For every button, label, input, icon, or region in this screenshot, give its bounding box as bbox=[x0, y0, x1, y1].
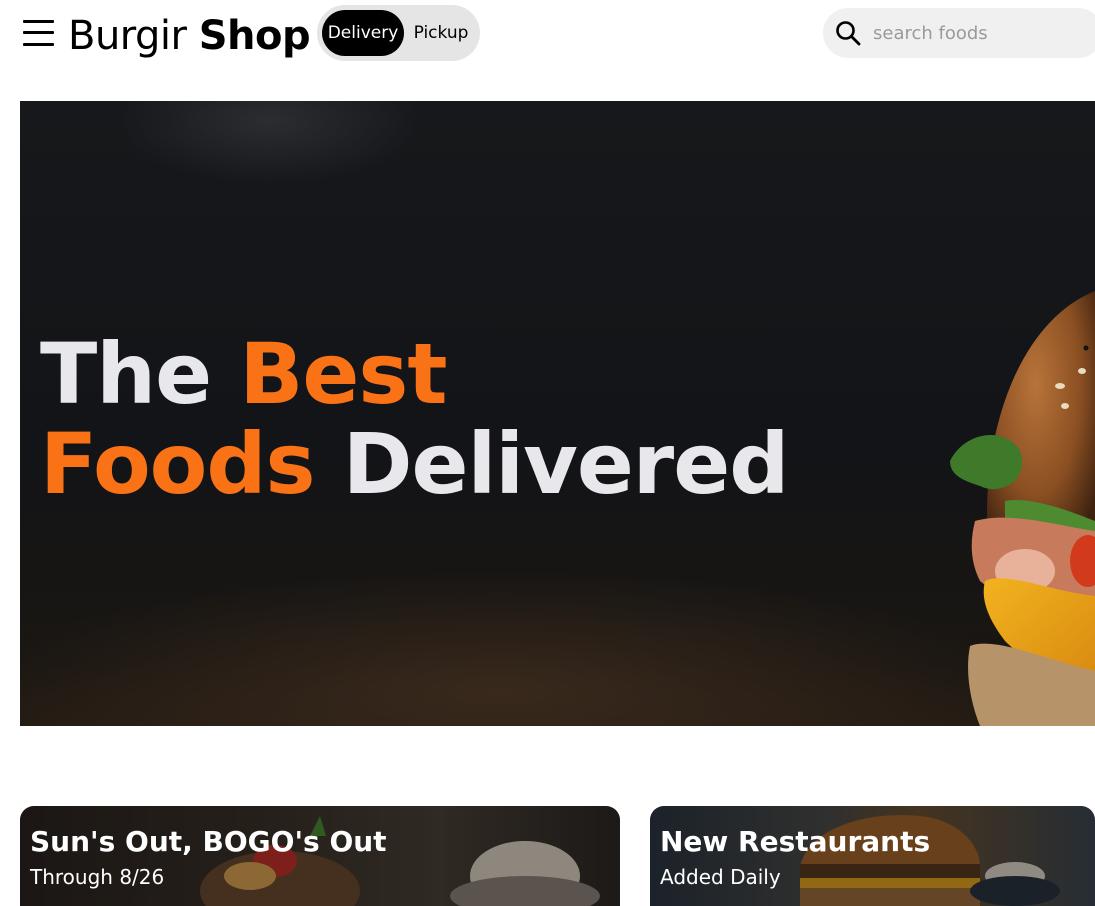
search-bar bbox=[823, 8, 1095, 58]
brand-logo[interactable]: Burgir Shop bbox=[68, 10, 311, 62]
hero-banner: The Best Foods Delivered bbox=[20, 101, 1095, 726]
promo-subtitle: Added Daily bbox=[660, 865, 781, 889]
hero-word-delivered: Delivered bbox=[342, 415, 790, 513]
hero-word-best: Best bbox=[239, 325, 447, 423]
promo-card-bogo[interactable]: Sun's Out, BOGO's Out Through 8/26 bbox=[20, 806, 620, 906]
pickup-option[interactable]: Pickup bbox=[406, 10, 476, 56]
top-header: Burgir Shop Delivery Pickup bbox=[0, 0, 1095, 70]
delivery-pickup-toggle: Delivery Pickup bbox=[317, 5, 480, 61]
brand-name-light: Burgir bbox=[68, 13, 187, 59]
brand-name-bold: Shop bbox=[198, 13, 311, 59]
hero-line-1: The Best bbox=[40, 329, 788, 419]
promo-card-new-restaurants[interactable]: New Restaurants Added Daily bbox=[650, 806, 1095, 906]
promo-title: New Restaurants bbox=[660, 825, 931, 858]
hamburger-menu-icon[interactable] bbox=[23, 18, 54, 48]
delivery-option[interactable]: Delivery bbox=[322, 10, 404, 56]
search-icon[interactable] bbox=[835, 20, 861, 46]
hero-word-the: The bbox=[40, 325, 212, 423]
promo-subtitle: Through 8/26 bbox=[30, 865, 165, 889]
hero-line-2: Foods Delivered bbox=[40, 419, 789, 509]
hero-word-foods: Foods bbox=[40, 415, 316, 513]
hero-headline: The Best Foods Delivered bbox=[40, 329, 789, 509]
search-input[interactable] bbox=[873, 16, 1093, 50]
promo-title: Sun's Out, BOGO's Out bbox=[30, 825, 387, 858]
